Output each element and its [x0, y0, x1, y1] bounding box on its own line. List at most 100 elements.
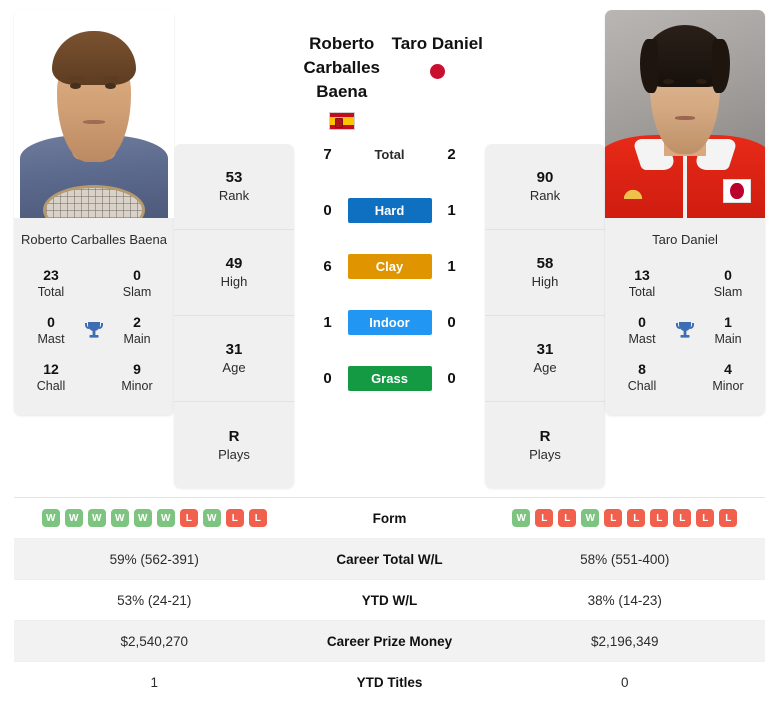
- form-badge-win: W: [41, 509, 60, 527]
- row-label: Career Prize Money: [326, 633, 453, 649]
- form-badge-loss: L: [558, 509, 577, 527]
- form-badge-loss: L: [627, 509, 646, 527]
- form-badge-win: W: [156, 509, 175, 527]
- rank-cell-rank: 53 Rank: [174, 144, 294, 230]
- rank-value: 31: [225, 341, 243, 358]
- title-stat-value: 8: [638, 361, 646, 377]
- title-stat-value: 0: [638, 314, 646, 330]
- title-stat-label: Main: [714, 332, 742, 346]
- rank-panel-right: 90 Rank 58 High 31 Age R Plays: [485, 144, 605, 488]
- title-stat-label: Main: [123, 332, 151, 346]
- player-comparison-page: Roberto Carballes Baena 23 Total 0 Slam: [0, 0, 779, 719]
- titles-row: 23 Total 0 Slam: [22, 260, 166, 307]
- rank-value: 90: [536, 169, 554, 186]
- form-badge-win: W: [512, 509, 531, 527]
- form-badge-loss: L: [179, 509, 198, 527]
- title-stat-value: 0: [724, 267, 732, 283]
- rank-value: 49: [225, 255, 243, 272]
- titles-row: 12 Chall 9 Minor: [22, 354, 166, 401]
- rank-cell-high: 58 High: [485, 230, 605, 316]
- title-stat: 12 Chall: [28, 361, 74, 394]
- form-badge-win: W: [110, 509, 129, 527]
- titles-row: 13 Total 0 Slam: [613, 260, 757, 307]
- rank-label: High: [531, 274, 559, 289]
- row-label: Form: [372, 510, 407, 526]
- titles-row: 0 Mast 1 Main: [613, 307, 757, 354]
- rank-panel-left: 53 Rank 49 High 31 Age R Plays: [174, 144, 294, 488]
- form-badge-win: W: [581, 509, 600, 527]
- player-name-left-line1: Roberto: [309, 34, 375, 53]
- title-stat-value: 12: [43, 361, 59, 377]
- form-badge-win: W: [64, 509, 83, 527]
- titles-grid-right: 13 Total 0 Slam 0 Mast 1 Main 8 Chall 4 …: [605, 260, 765, 415]
- surface-score-right: 0: [447, 313, 456, 331]
- title-stat-label: Slam: [713, 285, 743, 299]
- title-stat-label: Mast: [628, 332, 656, 346]
- title-stat: 4 Minor: [705, 361, 751, 394]
- rank-label: Rank: [529, 188, 561, 203]
- value-left: 53% (24-21): [117, 592, 192, 608]
- title-stat-label: Total: [37, 285, 65, 299]
- surface-score-left: 0: [323, 201, 332, 219]
- surface-score-left: 1: [323, 313, 332, 331]
- rank-label: Plays: [218, 446, 250, 462]
- form-right: WLLWLLLLLL: [485, 509, 766, 527]
- player-card-left[interactable]: Roberto Carballes Baena 23 Total 0 Slam: [14, 10, 174, 415]
- player-card-right[interactable]: Taro Daniel 13 Total 0 Slam 0 Mast 1 Mai…: [605, 10, 765, 415]
- player-name-block-left: Roberto Carballes Baena: [294, 10, 390, 130]
- surface-score-left: 6: [323, 257, 332, 275]
- row-label: Career Total W/L: [336, 551, 443, 567]
- titles-row: 0 Mast 2 Main: [22, 307, 166, 354]
- title-stat: 0 Mast: [28, 314, 74, 347]
- comparison-table: WWWWWWLWLL Form WLLWLLLLLL 59% (562-391)…: [14, 497, 765, 703]
- surface-score-right: 1: [447, 257, 456, 275]
- title-stat: 0 Slam: [114, 267, 160, 300]
- rank-cell-plays: R Plays: [485, 402, 605, 488]
- player-card-name-right: Taro Daniel: [652, 232, 718, 247]
- form-badge-loss: L: [604, 509, 623, 527]
- title-stat-label: Total: [628, 285, 656, 299]
- table-row-ytd-wl: 53% (24-21) YTD W/L 38% (14-23): [14, 580, 765, 621]
- form-badge-loss: L: [248, 509, 267, 527]
- rank-cell-high: 49 High: [174, 230, 294, 316]
- title-stat-label: Slam: [122, 285, 152, 299]
- rank-value: 31: [536, 341, 554, 358]
- title-stat-label: Minor: [712, 379, 744, 393]
- player-names-row: Roberto Carballes Baena Taro Daniel: [294, 10, 485, 130]
- title-stat-value: 4: [724, 361, 732, 377]
- value-right: 38% (14-23): [587, 592, 662, 608]
- title-stat-value: 23: [43, 267, 59, 283]
- rank-value: R: [228, 427, 240, 445]
- form-badge-win: W: [202, 509, 221, 527]
- surface-row-total: 7 Total 2: [294, 126, 485, 182]
- surface-label-hard: Hard: [347, 197, 432, 223]
- rank-cell-plays: R Plays: [174, 402, 294, 488]
- title-stat-value: 0: [133, 267, 141, 283]
- table-row-career-total-wl: 59% (562-391) Career Total W/L 58% (551-…: [14, 539, 765, 580]
- row-label: YTD W/L: [361, 592, 418, 608]
- value-left: 59% (562-391): [109, 551, 199, 567]
- table-row-career-prize-money: $2,540,270 Career Prize Money $2,196,349: [14, 621, 765, 662]
- form-badge-loss: L: [535, 509, 554, 527]
- head-to-head-column: Roberto Carballes Baena Taro Daniel 7 To…: [294, 10, 485, 406]
- rank-label: Rank: [218, 188, 250, 203]
- title-stat: 0 Mast: [619, 314, 665, 347]
- trophy-icon: [79, 319, 109, 343]
- surface-label-clay: Clay: [347, 253, 432, 279]
- player-photo-right: [605, 10, 765, 218]
- title-stat-label: Chall: [627, 379, 657, 393]
- surface-row-indoor: 1 Indoor 0: [294, 294, 485, 350]
- value-right: 58% (551-400): [580, 551, 670, 567]
- rank-label: Age: [533, 360, 557, 375]
- japan-flag-icon: [390, 64, 486, 79]
- title-stat-value: 9: [133, 361, 141, 377]
- player-name-block-right: Taro Daniel: [390, 10, 486, 79]
- form-badge-loss: L: [225, 509, 244, 527]
- form-badge-win: W: [87, 509, 106, 527]
- value-left: 1: [150, 675, 158, 690]
- surface-label-total: Total: [374, 146, 405, 162]
- player-name-left-line2: Carballes Baena: [303, 58, 381, 101]
- title-stat: 0 Slam: [705, 267, 751, 300]
- title-stat-value: 13: [634, 267, 650, 283]
- player-photo-left: [14, 10, 174, 218]
